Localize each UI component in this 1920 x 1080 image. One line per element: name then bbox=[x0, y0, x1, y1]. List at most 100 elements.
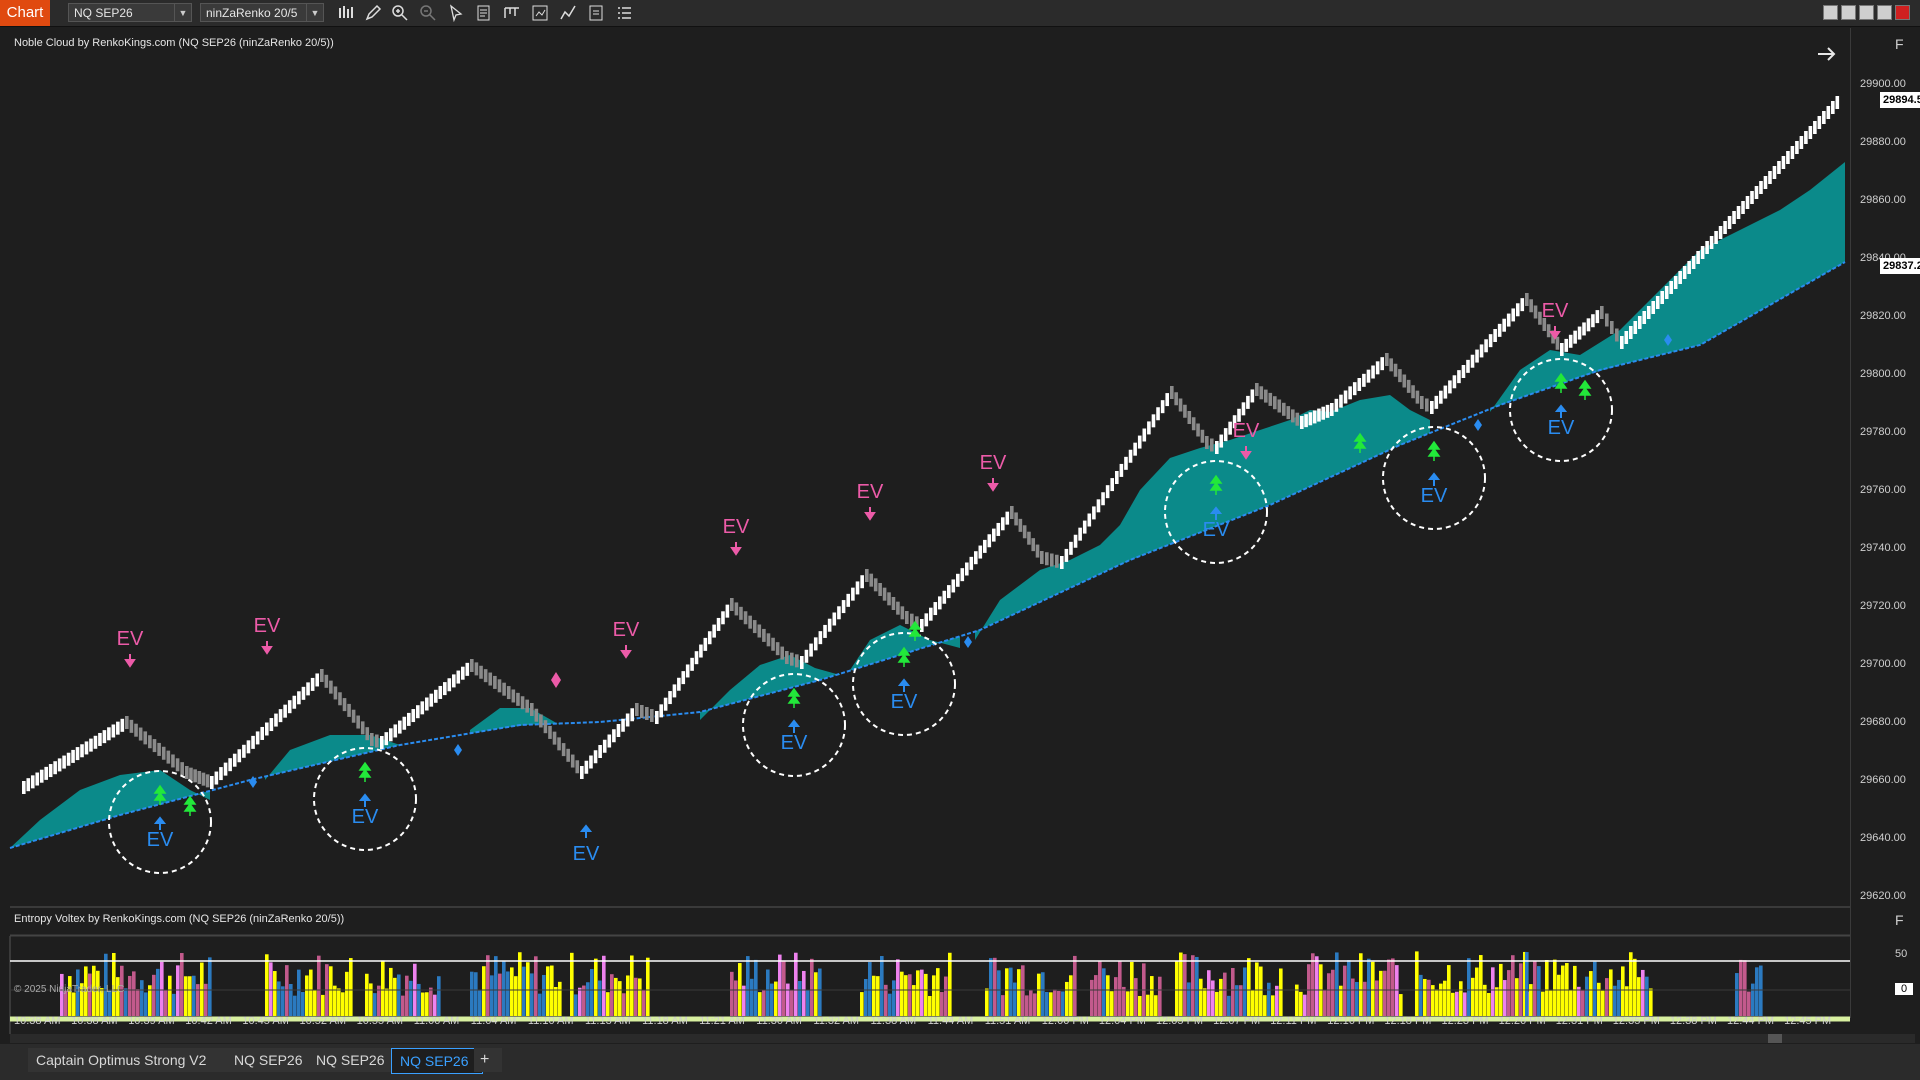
renko-brick bbox=[860, 575, 864, 589]
add-tab-button[interactable]: + bbox=[474, 1048, 502, 1072]
time-axis-label: 12:11 PM bbox=[1270, 1015, 1317, 1027]
window-tile-button[interactable] bbox=[1823, 5, 1838, 20]
voltex-bar bbox=[1515, 978, 1519, 1016]
renko-brick bbox=[1183, 404, 1187, 418]
renko-brick bbox=[1763, 176, 1768, 189]
scrollbar-thumb[interactable] bbox=[1768, 1034, 1782, 1043]
instrument-selector[interactable]: NQ SEP26 ▼ bbox=[68, 3, 192, 22]
renko-brick bbox=[855, 581, 860, 595]
voltex-bar bbox=[997, 970, 1001, 1016]
renko-brick bbox=[1215, 441, 1219, 454]
price-axis[interactable] bbox=[1850, 28, 1920, 1018]
arrow-right-icon[interactable] bbox=[1816, 44, 1838, 64]
renko-brick bbox=[685, 664, 690, 678]
tab-captain-optimus[interactable]: Captain Optimus Strong V2 bbox=[28, 1048, 238, 1072]
voltex-bar bbox=[273, 971, 277, 1016]
renko-brick bbox=[1133, 442, 1137, 456]
renko-brick bbox=[479, 665, 483, 679]
tab-nq-2[interactable]: NQ SEP26 bbox=[308, 1048, 398, 1072]
renko-brick bbox=[891, 597, 896, 610]
renko-brick bbox=[375, 734, 379, 748]
renko-brick bbox=[1831, 101, 1835, 114]
renko-brick bbox=[80, 744, 84, 758]
renko-brick bbox=[992, 528, 996, 542]
pointer-icon[interactable] bbox=[447, 4, 465, 22]
voltex-bar bbox=[770, 983, 774, 1016]
voltex-bar bbox=[1581, 990, 1585, 1016]
voltex-bar bbox=[1013, 982, 1017, 1016]
renko-brick bbox=[171, 754, 175, 768]
renko-brick bbox=[1055, 554, 1059, 568]
templates-icon[interactable] bbox=[503, 4, 521, 22]
f-button[interactable]: F bbox=[1895, 36, 1904, 52]
renko-brick bbox=[1678, 271, 1682, 284]
renko-brick bbox=[1691, 256, 1696, 269]
chart-menu-button[interactable]: Chart bbox=[0, 0, 50, 26]
indicators-icon[interactable] bbox=[559, 4, 577, 22]
bars-icon[interactable] bbox=[337, 4, 355, 22]
renko-brick bbox=[1727, 216, 1732, 229]
voltex-bar bbox=[876, 976, 880, 1016]
voltex-bar bbox=[1735, 973, 1739, 1016]
pencil-icon[interactable] bbox=[364, 4, 382, 22]
renko-brick bbox=[1595, 310, 1600, 324]
renko-brick bbox=[539, 714, 543, 728]
renko-brick bbox=[1050, 553, 1054, 567]
renko-brick bbox=[1620, 336, 1624, 349]
properties-icon[interactable] bbox=[587, 4, 605, 22]
voltex-bar bbox=[762, 989, 766, 1016]
renko-brick bbox=[589, 755, 593, 769]
renko-brick bbox=[197, 771, 202, 784]
voltex-bar bbox=[630, 955, 634, 1016]
tab-nq-1[interactable]: NQ SEP26 bbox=[226, 1048, 316, 1072]
close-button[interactable] bbox=[1895, 5, 1910, 20]
zoom-out-icon[interactable] bbox=[419, 4, 437, 22]
voltex-bar bbox=[940, 992, 944, 1016]
voltex-bar bbox=[301, 991, 305, 1016]
renko-brick bbox=[1795, 141, 1799, 154]
strategies-icon[interactable] bbox=[531, 4, 549, 22]
sub-f-button[interactable]: F bbox=[1895, 912, 1904, 928]
renko-brick bbox=[960, 568, 965, 582]
renko-brick bbox=[116, 721, 120, 735]
voltex-bar bbox=[1122, 986, 1126, 1016]
restore-button[interactable] bbox=[1877, 5, 1892, 20]
voltex-bar bbox=[1545, 960, 1549, 1016]
renko-brick bbox=[827, 618, 832, 632]
voltex-bar bbox=[538, 993, 542, 1016]
renko-brick bbox=[1660, 291, 1665, 304]
renko-brick bbox=[420, 701, 425, 715]
data-box-icon[interactable] bbox=[475, 4, 493, 22]
list-icon[interactable] bbox=[615, 4, 633, 22]
renko-brick bbox=[1448, 380, 1452, 394]
renko-brick bbox=[1669, 281, 1673, 294]
voltex-bar bbox=[1739, 959, 1743, 1016]
renko-bricks bbox=[22, 96, 1840, 794]
horizontal-scrollbar[interactable] bbox=[10, 1034, 1915, 1043]
voltex-bar bbox=[164, 989, 168, 1016]
renko-brick bbox=[813, 637, 818, 651]
voltex-bar bbox=[924, 973, 928, 1016]
renko-brick bbox=[1651, 301, 1656, 314]
renko-brick bbox=[1110, 478, 1115, 492]
renko-brick bbox=[402, 716, 407, 730]
tab-nq-3[interactable]: NQ SEP26 bbox=[391, 1048, 483, 1074]
renko-brick bbox=[301, 686, 306, 700]
price-axis-label: 29660.00 bbox=[1860, 774, 1906, 786]
window-tile2-button[interactable] bbox=[1841, 5, 1856, 20]
bar-type-selector[interactable]: ninZaRenko 20/5 ▼ bbox=[200, 3, 324, 22]
voltex-bar bbox=[594, 958, 598, 1016]
zoom-in-icon[interactable] bbox=[391, 4, 409, 22]
renko-brick bbox=[1475, 349, 1479, 363]
green-up-arrow-icon bbox=[358, 761, 372, 782]
renko-brick bbox=[1470, 354, 1475, 368]
voltex-bar bbox=[810, 958, 814, 1016]
voltex-bar bbox=[782, 960, 786, 1016]
time-axis-label: 12:23 PM bbox=[1441, 1015, 1489, 1027]
chart-canvas[interactable]: EV EV EV EV EV EV EV EV EV EV EV EV EV EV EV EV bbox=[0, 26, 1920, 1034]
minimize-button[interactable] bbox=[1859, 5, 1874, 20]
renko-brick bbox=[1497, 323, 1502, 337]
ev-buy-label: EV bbox=[891, 691, 918, 713]
voltex-bar bbox=[798, 980, 802, 1016]
voltex-bar bbox=[554, 986, 558, 1016]
